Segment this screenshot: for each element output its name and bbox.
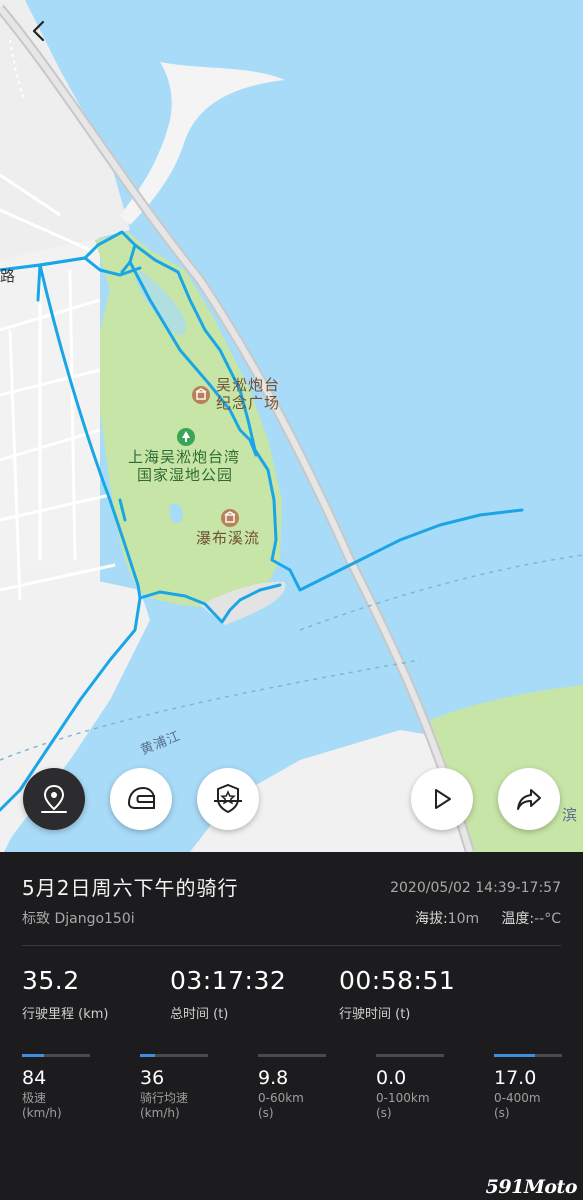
shipping-lane	[299, 554, 583, 631]
stat-value: 03:17:32	[170, 966, 287, 995]
share-button[interactable]	[498, 768, 560, 830]
stat-caption: 行驶时间 (t)	[339, 1007, 411, 1022]
location-button[interactable]	[23, 768, 85, 830]
riding-time-stat: 00:58:51 行驶时间 (t)	[339, 966, 455, 1022]
park-tree-icon[interactable]	[177, 428, 195, 446]
stat-bar	[376, 1054, 444, 1057]
watermark-logo: 591Moto	[485, 1176, 578, 1198]
stat-caption: 0-400m	[494, 1091, 541, 1105]
altitude-value: 10m	[447, 911, 480, 927]
fort-label-line1: 吴淞炮台	[216, 376, 281, 394]
stat-caption: 0-100km	[376, 1091, 430, 1105]
avg-speed-stat: 36 骑行均速 (km/h)	[140, 1054, 210, 1121]
stat-bar	[494, 1054, 562, 1057]
stat-bar	[22, 1054, 90, 1057]
altitude-temperature: 海拔:10m 温度:--°C	[415, 908, 561, 928]
share-icon	[517, 789, 541, 810]
chevron-left-icon	[32, 20, 45, 42]
stat-unit: (km/h)	[22, 1106, 62, 1120]
stat-unit: (km/h)	[140, 1106, 180, 1120]
medal-badge-icon	[214, 783, 242, 814]
total-time-stat: 03:17:32 总时间 (t)	[170, 966, 286, 1022]
temperature-label: 温度:	[501, 911, 535, 927]
stat-bar-fill	[140, 1054, 155, 1057]
stat-bar-fill	[494, 1054, 535, 1057]
stat-value: 00:58:51	[339, 966, 456, 995]
stat-unit: (s)	[258, 1106, 274, 1120]
road-label: 路	[0, 267, 17, 285]
stat-value: 84	[22, 1067, 47, 1089]
stat-unit: (s)	[376, 1106, 392, 1120]
fort-label-line2: 纪念广场	[216, 394, 281, 412]
stat-caption: 极速	[22, 1091, 47, 1105]
stat-caption: 骑行均速	[140, 1091, 189, 1105]
helmet-icon	[127, 786, 155, 809]
temperature-value: --°C	[534, 911, 561, 927]
stat-value: 17.0	[494, 1067, 537, 1089]
map-canvas	[0, 0, 583, 852]
ride-summary-panel: 5月2日周六下午的骑行 2020/05/02 14:39-17:57 标致 Dj…	[0, 852, 583, 1200]
stat-bar-fill	[22, 1054, 45, 1057]
route-map[interactable]: 路 吴淞炮台 纪念广场 上海吴淞炮台湾 国家湿地公园 瀑布溪流 黄浦江 滨	[0, 0, 583, 852]
bike-name: 标致 Django150i	[22, 911, 135, 927]
zero-to-100-stat: 0.0 0-100km (s)	[376, 1054, 446, 1121]
replay-button[interactable]	[411, 768, 473, 830]
stat-value: 9.8	[258, 1067, 289, 1089]
stat-value: 0.0	[376, 1067, 407, 1089]
map-pin-icon	[41, 784, 67, 813]
stat-bar	[140, 1054, 208, 1057]
stat-caption: 行驶里程 (km)	[22, 1007, 109, 1022]
altitude-label: 海拔:	[414, 911, 448, 927]
ride-title: 5月2日周六下午的骑行	[22, 876, 239, 900]
helmet-button[interactable]	[110, 768, 172, 830]
park-area	[95, 232, 282, 608]
ride-datetime: 2020/05/02 14:39-17:57	[390, 880, 561, 896]
right-edge-label: 滨	[562, 806, 579, 824]
stat-value: 36	[140, 1067, 165, 1089]
badge-button[interactable]	[197, 768, 259, 830]
play-icon	[435, 789, 451, 809]
park-label-line1: 上海吴淞炮台湾	[128, 448, 241, 466]
top-speed-stat: 84 极速 (km/h)	[22, 1054, 92, 1121]
monument-icon[interactable]	[192, 386, 210, 404]
stat-value: 35.2	[22, 966, 80, 995]
zero-to-400m-stat: 17.0 0-400m (s)	[494, 1054, 564, 1121]
zero-to-60-stat: 9.8 0-60km (s)	[258, 1054, 328, 1121]
scenic-spot-icon[interactable]	[221, 509, 239, 527]
divider	[22, 945, 561, 946]
stat-caption: 0-60km	[258, 1091, 304, 1105]
stat-caption: 总时间 (t)	[170, 1007, 229, 1022]
back-button[interactable]	[22, 14, 56, 48]
distance-stat: 35.2 行驶里程 (km)	[22, 966, 108, 1022]
park-label-line2: 国家湿地公园	[137, 466, 234, 484]
stat-unit: (s)	[494, 1106, 510, 1120]
waterfall-label: 瀑布溪流	[196, 529, 261, 547]
stat-bar	[258, 1054, 326, 1057]
